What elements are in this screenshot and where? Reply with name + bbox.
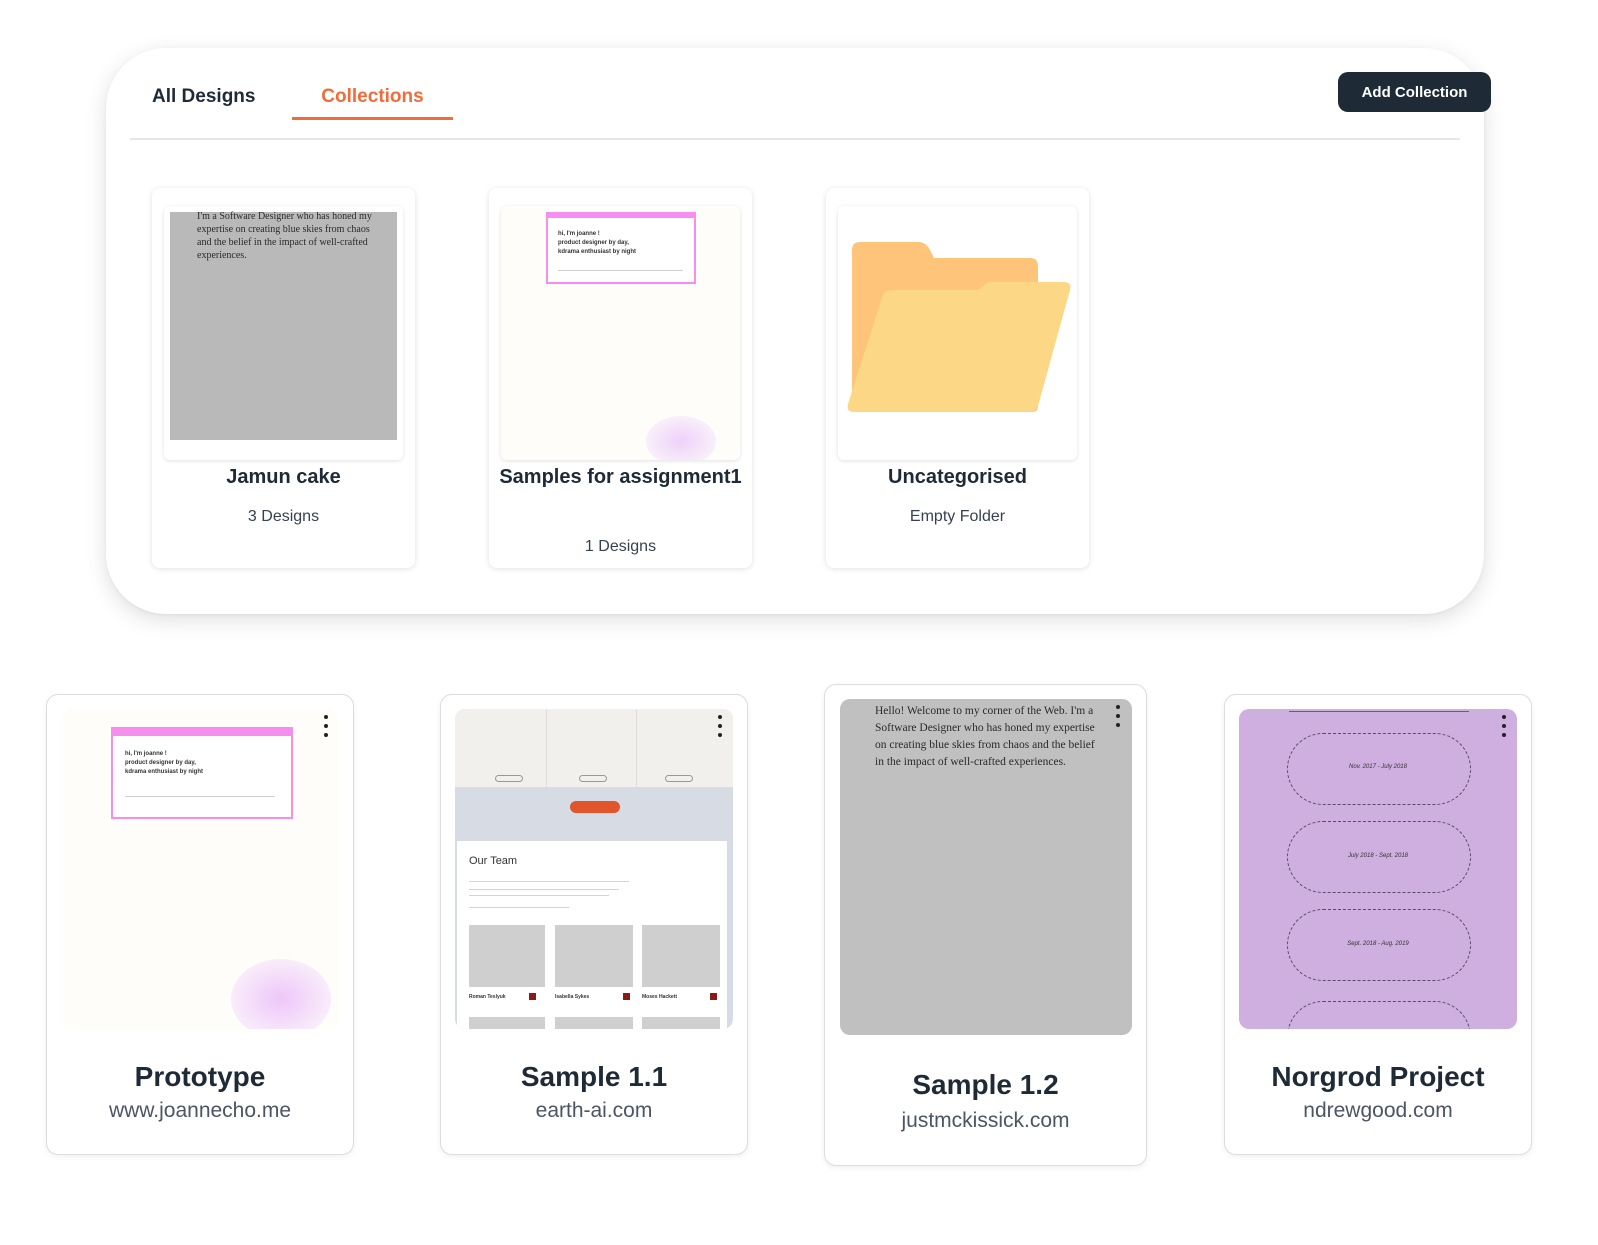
preview-team-member: Isabella Sykes	[555, 994, 590, 1000]
preview-line: kdrama enthusiast by night	[558, 249, 637, 255]
more-options-icon[interactable]	[715, 715, 725, 737]
preview-glow	[231, 959, 331, 1029]
design-thumbnail: hi, I'm joanne ! product designer by day…	[61, 709, 339, 1029]
design-card-sample-1-1[interactable]: Our Team Roman Teslyuk Isabella Sykes Mo…	[440, 694, 748, 1155]
collection-thumbnail	[838, 206, 1077, 460]
tab-divider	[130, 138, 1460, 140]
design-card-prototype[interactable]: hi, I'm joanne ! product designer by day…	[46, 694, 354, 1155]
collection-name: Jamun cake	[226, 466, 341, 488]
timeline-period: Nov. 2017 - July 2018	[1349, 764, 1407, 770]
preview-rule	[558, 270, 683, 271]
tab-all-designs[interactable]: All Designs	[152, 86, 255, 120]
preview-team-photo	[469, 925, 545, 987]
preview-team-section: Our Team Roman Teslyuk Isabella Sykes Mo…	[457, 841, 727, 1029]
preview-heading: Our Team	[469, 855, 518, 867]
design-card-sample-1-2[interactable]: Hello! Welcome to my corner of the Web. …	[824, 684, 1147, 1166]
add-collection-button[interactable]: Add Collection	[1338, 72, 1491, 112]
more-options-icon[interactable]	[1499, 715, 1509, 737]
collection-thumbnail: hi, I'm joanne ! product designer by day…	[501, 206, 740, 460]
design-url: ndrewgood.com	[1303, 1099, 1453, 1122]
collection-name: Uncategorised	[888, 466, 1027, 488]
design-name: Sample 1.1	[520, 1061, 668, 1092]
preview-cta-button	[570, 801, 620, 813]
collection-thumbnail: I'm a Software Designer who has honed my…	[164, 206, 403, 460]
design-thumbnail: Our Team Roman Teslyuk Isabella Sykes Mo…	[455, 709, 733, 1029]
preview-frame: hi, I'm joanne ! product designer by day…	[111, 727, 293, 819]
design-thumbnail: Hello! Welcome to my corner of the Web. …	[840, 699, 1132, 1035]
preview-text: Hello! Welcome to my corner of the Web. …	[875, 705, 1095, 768]
preview-team-member: Moses Hackett	[642, 994, 678, 1000]
collection-count: 3 Designs	[247, 508, 320, 525]
collection-name: Samples for assignment1	[499, 466, 742, 488]
preview-frame: hi, I'm joanne ! product designer by day…	[546, 212, 696, 284]
collection-card-jamun-cake[interactable]: I'm a Software Designer who has honed my…	[152, 188, 415, 568]
linkedin-icon	[623, 993, 630, 1000]
preview-line: product designer by day,	[558, 240, 629, 246]
design-card-norgrod-project[interactable]: Nov. 2017 - July 2018 July 2018 - Sept. …	[1224, 694, 1532, 1155]
preview-text: I'm a Software Designer who has honed my…	[197, 211, 372, 261]
collection-card-samples-for-assignment1[interactable]: hi, I'm joanne ! product designer by day…	[489, 188, 752, 568]
folder-icon	[847, 242, 1071, 412]
design-name: Norgrod Project	[1271, 1061, 1485, 1092]
preview-pricing-row	[455, 709, 733, 787]
tab-collections[interactable]: Collections	[292, 86, 453, 120]
preview-line: kdrama enthusiast by night	[125, 769, 204, 775]
design-url: www.joannecho.me	[108, 1099, 292, 1122]
timeline-period: Sept. 2018 - Aug. 2019	[1347, 941, 1409, 947]
design-url: earth-ai.com	[535, 1099, 653, 1122]
preview-line: product designer by day,	[125, 760, 196, 766]
linkedin-icon	[529, 993, 536, 1000]
preview-greeting: hi, I'm joanne !	[125, 751, 167, 757]
timeline-period: July 2018 - Sept. 2018	[1347, 853, 1409, 859]
preview-team-photo	[555, 925, 633, 987]
more-options-icon[interactable]	[321, 715, 331, 737]
collection-count: Empty Folder	[909, 508, 1006, 525]
preview-rule	[125, 796, 275, 797]
design-thumbnail: Nov. 2017 - July 2018 July 2018 - Sept. …	[1239, 709, 1517, 1029]
collection-count: 1 Designs	[584, 538, 657, 555]
preview-glow	[646, 416, 716, 460]
design-name: Sample 1.2	[912, 1069, 1059, 1100]
design-url: justmckissick.com	[901, 1109, 1070, 1132]
design-name: Prototype	[134, 1061, 266, 1092]
preview-greeting: hi, I'm joanne !	[558, 231, 600, 237]
preview-team-member: Roman Teslyuk	[469, 994, 506, 1000]
collection-card-uncategorised[interactable]: Uncategorised Empty Folder	[826, 188, 1089, 568]
more-options-icon[interactable]	[1113, 705, 1123, 727]
linkedin-icon	[710, 993, 717, 1000]
preview-team-photo	[642, 925, 720, 987]
